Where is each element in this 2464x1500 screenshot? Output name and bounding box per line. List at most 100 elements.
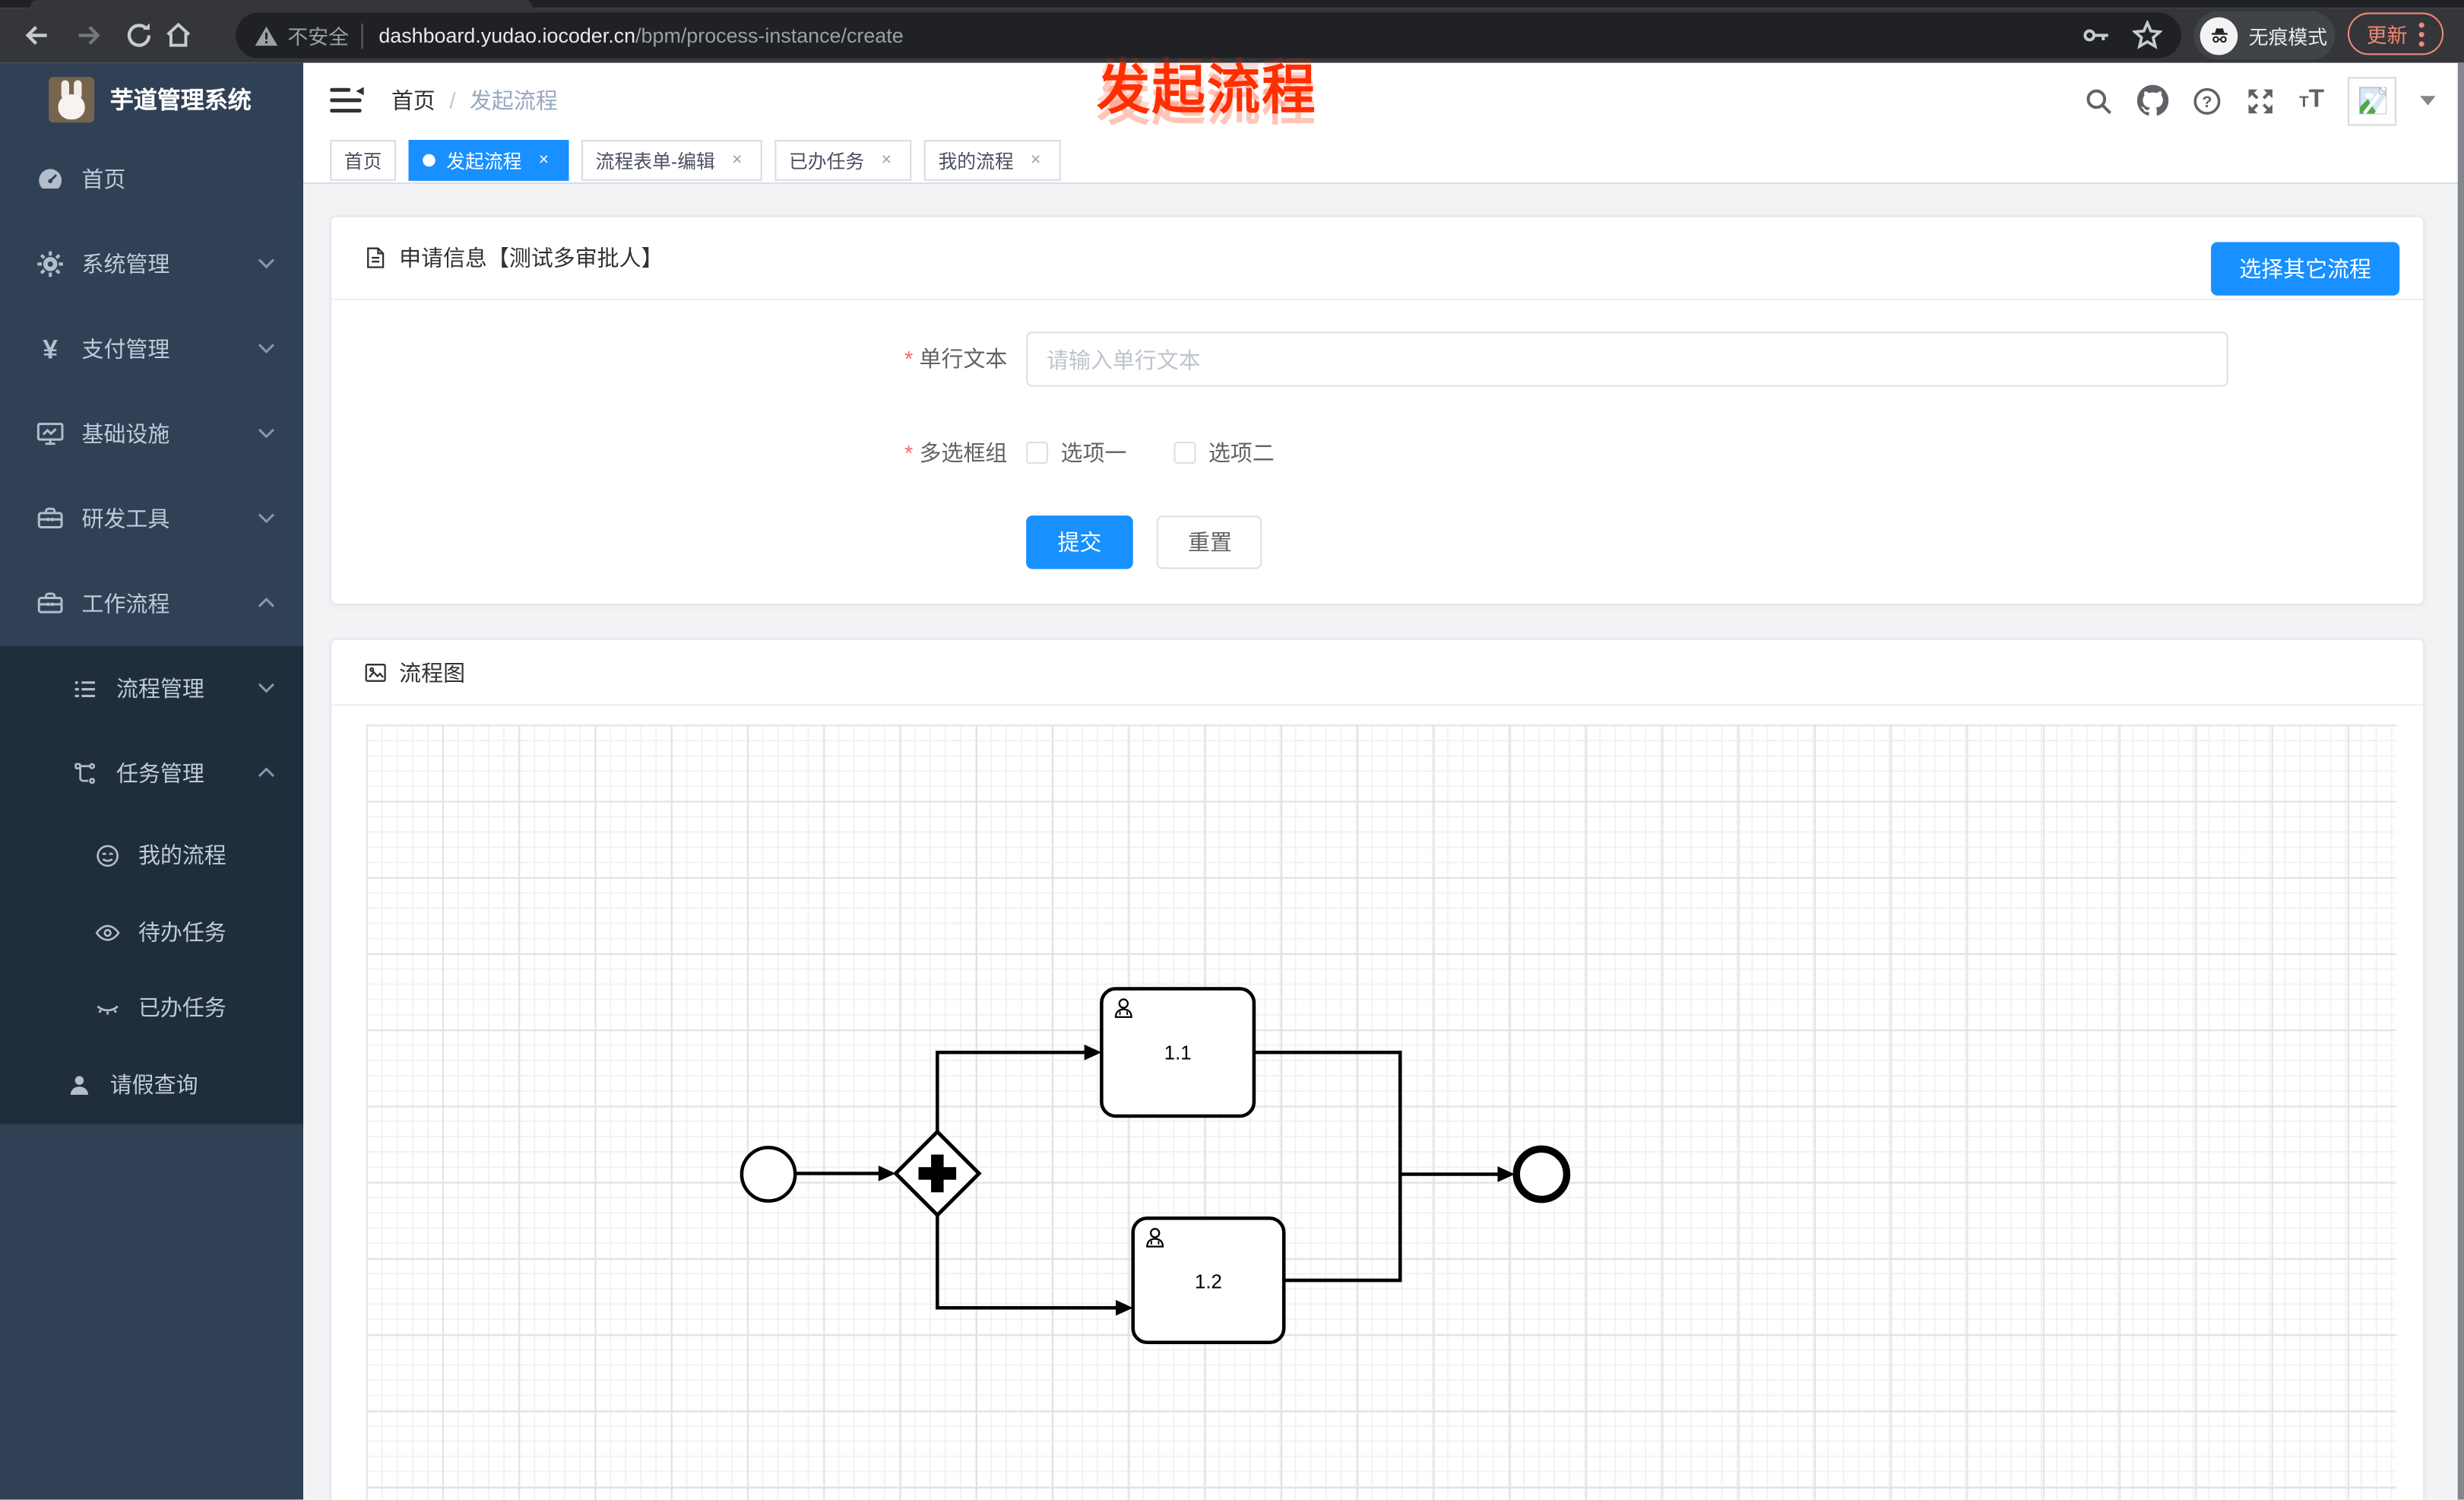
tab-done-tasks[interactable]: 已办任务 × <box>774 140 912 181</box>
tab-start-process[interactable]: 发起流程 × <box>408 140 569 181</box>
list-icon <box>69 673 100 704</box>
apply-info-card-header: 申请信息【测试多审批人】 <box>331 217 2424 300</box>
github-button[interactable] <box>2137 84 2169 116</box>
collapse-sidebar-button[interactable] <box>330 87 364 115</box>
sidebar-item-label: 已办任务 <box>138 994 226 1020</box>
home-button[interactable] <box>162 19 195 52</box>
sidebar-item-done-tasks[interactable]: 已办任务 <box>0 970 303 1045</box>
monitor-icon <box>34 418 65 449</box>
annotation-overlay-title: 发起流程 <box>1097 61 1317 122</box>
close-icon[interactable]: × <box>533 149 555 171</box>
parallel-gateway-node <box>893 1129 982 1218</box>
search-icon <box>2086 88 2112 114</box>
sidebar-item-label: 请假查询 <box>109 1072 198 1098</box>
submit-button[interactable]: 提交 <box>1026 515 1133 569</box>
checkbox-option-2-label[interactable]: 选项二 <box>1208 437 1275 468</box>
sidebar-item-infrastructure[interactable]: 基础设施 <box>0 392 303 477</box>
browser-tabstrip <box>0 0 2464 8</box>
tab-home[interactable]: 首页 <box>330 140 397 181</box>
font-size-icon: TT <box>2299 86 2324 113</box>
flow-diagram-card-header: 流程图 <box>331 640 2424 706</box>
incognito-badge: 无痕模式 <box>2193 11 2336 60</box>
document-icon <box>367 247 385 268</box>
sidebar-item-system[interactable]: 系统管理 <box>0 222 303 307</box>
reset-button[interactable]: 重置 <box>1157 515 1263 569</box>
scrollbar[interactable] <box>2457 62 2464 1500</box>
breadcrumb-separator: / <box>449 87 456 113</box>
tab-label: 首页 <box>344 150 382 173</box>
checkbox-option-2[interactable] <box>1173 441 1196 464</box>
chevron-down-icon <box>258 258 275 269</box>
url-path: /bpm/process-instance/create <box>635 24 904 48</box>
tab-label: 已办任务 <box>788 150 865 173</box>
checkbox-option-1-label[interactable]: 选项一 <box>1061 437 1127 468</box>
sidebar-item-label: 工作流程 <box>81 591 170 617</box>
tab-label: 发起流程 <box>446 150 522 173</box>
sidebar-item-label: 系统管理 <box>81 251 170 277</box>
broken-image-icon <box>2358 86 2386 115</box>
sidebar-item-workflow[interactable]: 工作流程 <box>0 561 303 646</box>
avatar-menu-caret[interactable] <box>2420 96 2436 106</box>
fullscreen-icon <box>2248 88 2273 113</box>
choose-other-process-button[interactable]: 选择其它流程 <box>2211 242 2400 296</box>
close-icon[interactable]: × <box>726 149 748 171</box>
sidebar-item-payment[interactable]: ¥ 支付管理 <box>0 306 303 392</box>
update-button[interactable]: 更新 <box>2347 12 2444 55</box>
required-mark: * <box>904 439 914 466</box>
app-logo[interactable]: 芋道管理系统 <box>0 63 303 137</box>
security-label[interactable]: 不安全 <box>287 21 349 50</box>
sidebar-item-todo-tasks[interactable]: 待办任务 <box>0 894 303 969</box>
logo-image <box>49 77 95 123</box>
search-button[interactable] <box>2084 86 2114 116</box>
incognito-label: 无痕模式 <box>2248 27 2328 49</box>
close-icon[interactable]: × <box>1025 149 1047 171</box>
breadcrumb-home[interactable]: 首页 <box>391 85 435 116</box>
svg-text:?: ? <box>2203 91 2212 110</box>
sidebar-item-leave-query[interactable]: 请假查询 <box>0 1045 303 1124</box>
key-icon[interactable] <box>2081 21 2111 50</box>
close-icon[interactable]: × <box>876 149 898 171</box>
reload-button[interactable] <box>122 19 155 52</box>
back-button[interactable] <box>21 19 53 52</box>
text-field-row: * 单行文本 <box>331 331 2423 387</box>
checkbox-group-label: * 多选框组 <box>904 439 1008 466</box>
sidebar-item-label: 待办任务 <box>138 919 226 945</box>
sidebar-item-devtools[interactable]: 研发工具 <box>0 476 303 561</box>
sidebar-item-task-management[interactable]: 任务管理 <box>0 731 303 816</box>
sidebar: 芋道管理系统 首页 系统管理 ¥ 支付管理 基础设施 研发工具 工作流程 流程管… <box>0 62 304 1500</box>
tags-view-bar: 首页 发起流程 × 流程表单-编辑 × 已办任务 × 我的流程 × <box>303 138 2464 184</box>
bpmn-canvas[interactable]: 1.1 1.2 <box>366 725 2397 1500</box>
sidebar-item-process-management[interactable]: 流程管理 <box>0 646 303 731</box>
font-size-button[interactable]: TT <box>2299 86 2324 113</box>
avatar[interactable] <box>2347 76 2397 125</box>
user-task-node-1-2: 1.2 <box>1131 1216 1286 1345</box>
screen: 不安全 dashboard.yudao.iocoder.cn/bpm/proce… <box>0 0 2464 1500</box>
fullscreen-button[interactable] <box>2246 86 2276 116</box>
task-label: 1.2 <box>1195 1271 1222 1292</box>
warning-icon <box>255 25 278 46</box>
checkbox-option-1[interactable] <box>1026 441 1049 464</box>
image-icon <box>365 662 386 681</box>
tab-form-edit[interactable]: 流程表单-编辑 × <box>581 140 762 181</box>
task-label: 1.1 <box>1164 1043 1192 1064</box>
face-icon <box>91 839 122 871</box>
app-title: 芋道管理系统 <box>109 87 252 115</box>
sidebar-item-label: 任务管理 <box>116 760 204 786</box>
sidebar-item-my-process[interactable]: 我的流程 <box>0 816 303 894</box>
forward-button[interactable] <box>72 19 105 52</box>
breadcrumb: 首页 / 发起流程 <box>391 63 558 138</box>
sidebar-item-home[interactable]: 首页 <box>0 137 303 222</box>
tree-icon <box>69 758 100 789</box>
update-label: 更新 <box>2366 24 2408 48</box>
app-header: 首页 / 发起流程 ? TT <box>303 62 2464 138</box>
tab-label: 流程表单-编辑 <box>595 150 715 173</box>
single-line-text-input[interactable] <box>1026 331 2228 387</box>
tab-my-process[interactable]: 我的流程 × <box>923 140 1061 181</box>
kebab-menu-icon[interactable] <box>2418 21 2424 46</box>
apply-info-card-title: 申请信息【测试多审批人】 <box>399 245 664 271</box>
start-event-node <box>740 1146 797 1203</box>
sidebar-item-label: 流程管理 <box>116 676 204 702</box>
incognito-icon <box>2200 16 2238 55</box>
star-icon[interactable] <box>2132 20 2163 50</box>
help-button[interactable]: ? <box>2193 86 2222 116</box>
